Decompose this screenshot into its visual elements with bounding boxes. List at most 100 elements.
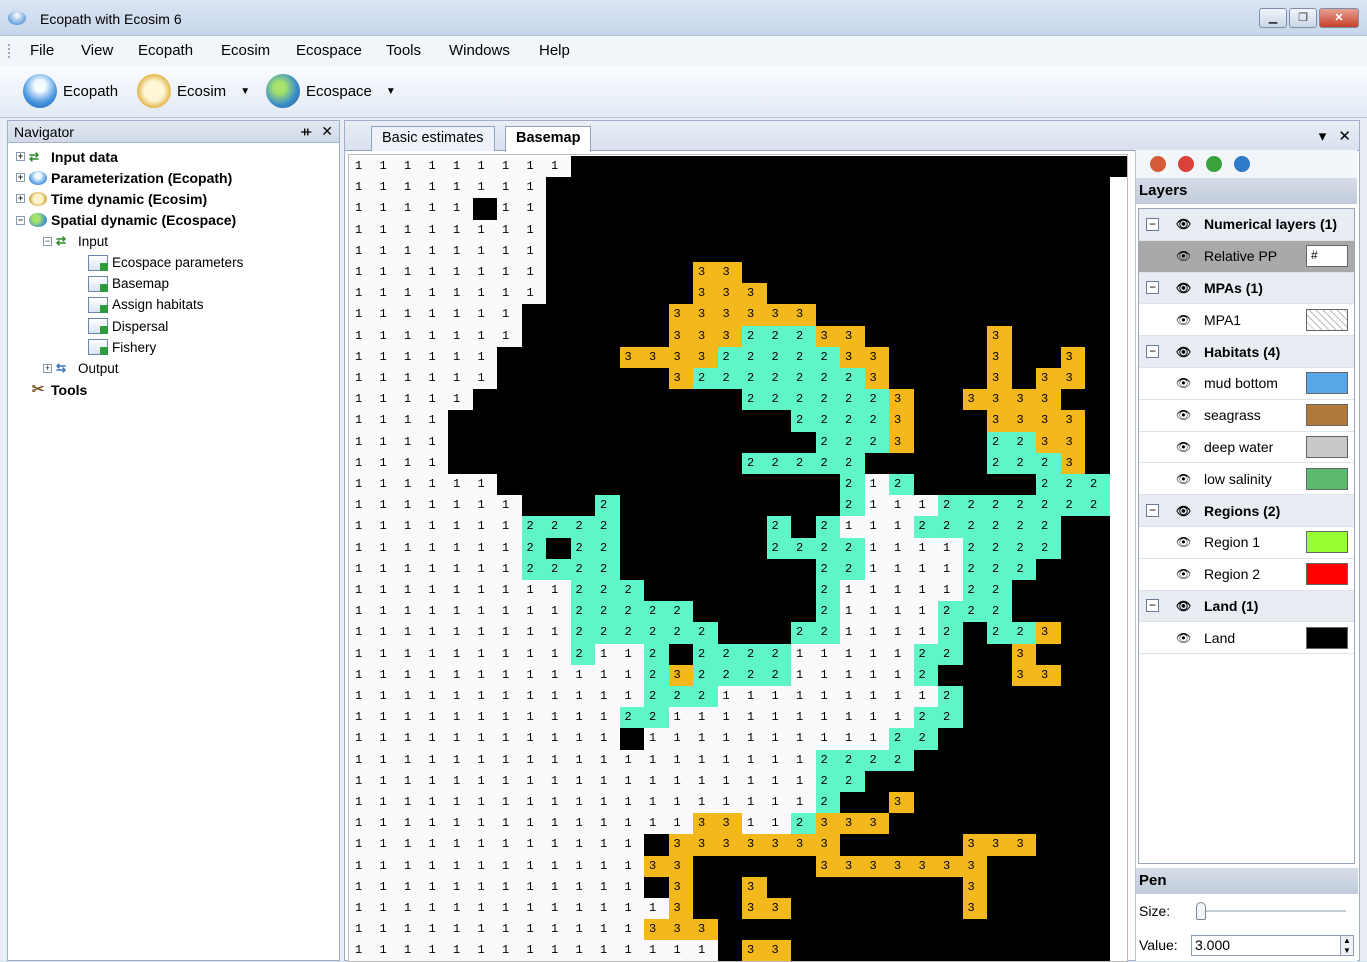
map-cell[interactable] xyxy=(938,750,963,771)
map-cell[interactable] xyxy=(546,304,571,325)
map-cell[interactable]: 3 xyxy=(865,368,890,389)
map-cell[interactable] xyxy=(865,834,890,855)
map-cell[interactable]: 2 xyxy=(644,601,669,622)
map-cell[interactable]: 1 xyxy=(546,792,571,813)
expand-icon[interactable]: + xyxy=(16,173,25,182)
map-cell[interactable]: 1 xyxy=(375,665,400,686)
eye-icon[interactable]: 👁 xyxy=(1176,249,1191,263)
map-cell[interactable] xyxy=(1012,856,1037,877)
map-cell[interactable] xyxy=(914,220,939,241)
map-cell[interactable] xyxy=(693,389,718,410)
expand-icon[interactable]: + xyxy=(16,152,25,161)
map-cell[interactable] xyxy=(914,877,939,898)
map-cell[interactable]: 1 xyxy=(620,813,645,834)
map-cell[interactable] xyxy=(1085,686,1110,707)
map-cell[interactable] xyxy=(1085,771,1110,792)
map-cell[interactable]: 1 xyxy=(620,771,645,792)
map-cell[interactable]: 1 xyxy=(522,792,547,813)
map-cell[interactable] xyxy=(840,792,865,813)
map-cell[interactable]: 1 xyxy=(522,665,547,686)
eye-icon[interactable]: 👁 xyxy=(1176,408,1191,422)
map-cell[interactable]: 1 xyxy=(473,940,498,961)
map-cell[interactable] xyxy=(742,432,767,453)
layer-mud-bottom[interactable]: 👁 mud bottom xyxy=(1139,368,1354,400)
map-cell[interactable]: 1 xyxy=(791,792,816,813)
map-cell[interactable] xyxy=(791,559,816,580)
map-cell[interactable] xyxy=(1012,771,1037,792)
map-cell[interactable]: 1 xyxy=(546,707,571,728)
map-cell[interactable] xyxy=(693,877,718,898)
map-cell[interactable] xyxy=(595,241,620,262)
layer-seagrass[interactable]: 👁 seagrass xyxy=(1139,400,1354,432)
map-cell[interactable]: 2 xyxy=(693,644,718,665)
map-cell[interactable] xyxy=(669,220,694,241)
map-cell[interactable]: 3 xyxy=(644,856,669,877)
map-cell[interactable] xyxy=(718,601,743,622)
map-cell[interactable]: 1 xyxy=(865,601,890,622)
map-cell[interactable]: 1 xyxy=(889,686,914,707)
map-cell[interactable] xyxy=(693,156,718,177)
map-cell[interactable]: 3 xyxy=(669,834,694,855)
map-cell[interactable]: 2 xyxy=(791,453,816,474)
map-cell[interactable]: 1 xyxy=(424,495,449,516)
map-cell[interactable]: 3 xyxy=(718,304,743,325)
map-cell[interactable]: 1 xyxy=(497,940,522,961)
map-cell[interactable]: 1 xyxy=(350,856,375,877)
map-cell[interactable]: 1 xyxy=(865,686,890,707)
map-cell[interactable] xyxy=(571,368,596,389)
map-cell[interactable]: 1 xyxy=(399,283,424,304)
map-cell[interactable] xyxy=(1036,707,1061,728)
map-cell[interactable] xyxy=(938,834,963,855)
map-cell[interactable] xyxy=(644,453,669,474)
map-cell[interactable]: 1 xyxy=(644,750,669,771)
map-cell[interactable] xyxy=(938,665,963,686)
map-cell[interactable] xyxy=(938,474,963,495)
map-cell[interactable] xyxy=(987,898,1012,919)
map-cell[interactable] xyxy=(1085,919,1110,940)
map-cell[interactable]: 1 xyxy=(620,898,645,919)
map-cell[interactable] xyxy=(1036,241,1061,262)
map-cell[interactable] xyxy=(1061,750,1086,771)
map-cell[interactable] xyxy=(1012,368,1037,389)
map-cell[interactable]: 1 xyxy=(497,686,522,707)
map-cell[interactable] xyxy=(938,877,963,898)
map-cell[interactable]: 1 xyxy=(546,898,571,919)
map-cell[interactable]: 1 xyxy=(767,792,792,813)
pen-value-input[interactable]: 3.000 xyxy=(1191,935,1341,956)
map-cell[interactable] xyxy=(693,495,718,516)
map-cell[interactable]: 3 xyxy=(889,410,914,431)
map-cell[interactable]: 1 xyxy=(497,559,522,580)
map-cell[interactable]: 1 xyxy=(791,771,816,792)
map-cell[interactable]: 1 xyxy=(620,877,645,898)
map-cell[interactable] xyxy=(718,410,743,431)
map-cell[interactable]: 2 xyxy=(987,453,1012,474)
map-cell[interactable]: 1 xyxy=(791,665,816,686)
map-cell[interactable] xyxy=(865,898,890,919)
map-cell[interactable] xyxy=(865,156,890,177)
map-cell[interactable] xyxy=(1061,877,1086,898)
map-cell[interactable]: 1 xyxy=(473,495,498,516)
map-cell[interactable]: 1 xyxy=(791,707,816,728)
map-cell[interactable]: 2 xyxy=(522,559,547,580)
map-cell[interactable]: 1 xyxy=(644,728,669,749)
map-cell[interactable] xyxy=(522,347,547,368)
map-cell[interactable] xyxy=(987,877,1012,898)
map-cell[interactable]: 3 xyxy=(742,304,767,325)
map-cell[interactable] xyxy=(865,198,890,219)
map-cell[interactable]: 1 xyxy=(840,686,865,707)
map-cell[interactable] xyxy=(742,622,767,643)
map-cell[interactable]: 1 xyxy=(522,177,547,198)
map-cell[interactable]: 1 xyxy=(522,601,547,622)
map-cell[interactable]: 2 xyxy=(816,601,841,622)
map-cell[interactable]: 1 xyxy=(718,707,743,728)
map-cell[interactable] xyxy=(987,474,1012,495)
map-cell[interactable]: 1 xyxy=(546,686,571,707)
map-cell[interactable] xyxy=(767,601,792,622)
map-cell[interactable] xyxy=(571,283,596,304)
map-cell[interactable] xyxy=(1061,156,1086,177)
map-cell[interactable]: 1 xyxy=(742,750,767,771)
map-cell[interactable]: 1 xyxy=(571,813,596,834)
map-cell[interactable] xyxy=(1085,898,1110,919)
map-cell[interactable]: 1 xyxy=(350,368,375,389)
map-cell[interactable] xyxy=(963,432,988,453)
